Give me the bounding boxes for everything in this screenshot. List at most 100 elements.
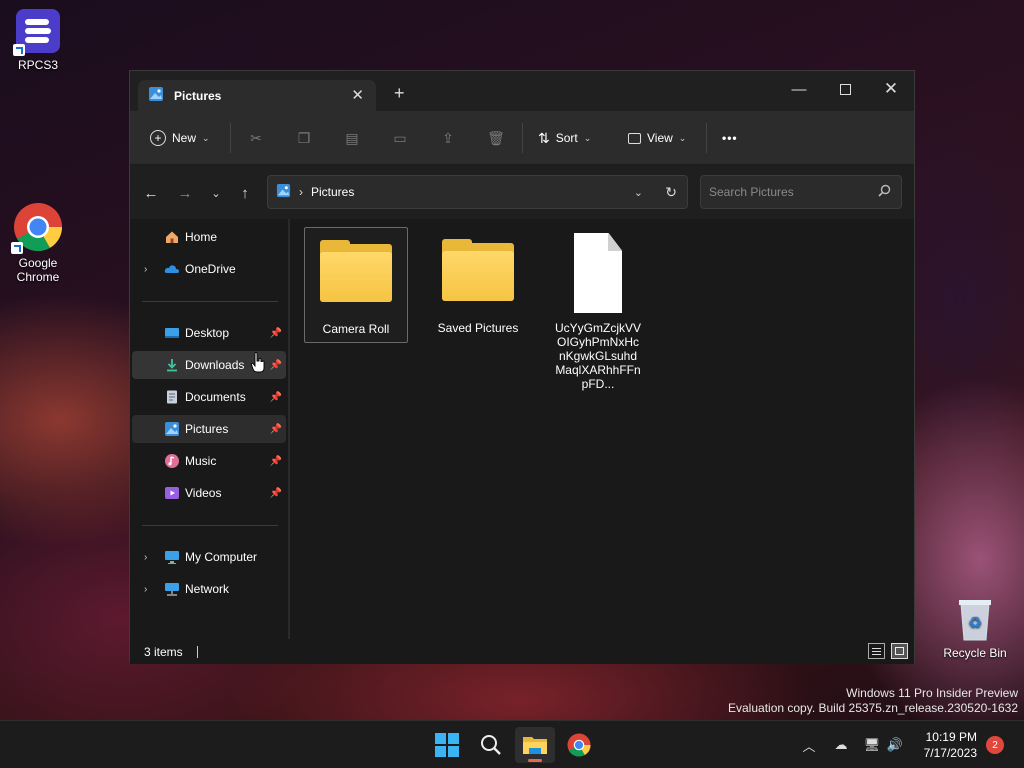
expand-chevron-icon[interactable]: › xyxy=(144,584,147,595)
forward-arrow-icon[interactable]: → xyxy=(175,183,195,203)
navigation-pane: Home › OneDrive Desktop 📌 Downloads 📌 Do… xyxy=(130,219,290,639)
active-app-indicator xyxy=(528,759,542,762)
sidebar-item-videos[interactable]: Videos 📌 xyxy=(132,479,286,507)
pin-icon: 📌 xyxy=(269,327,282,339)
sort-button[interactable]: ⇅ Sort ⌄ xyxy=(538,125,591,151)
more-options-button[interactable]: ••• xyxy=(722,125,738,151)
view-icon xyxy=(628,132,641,144)
copy-icon[interactable]: ❐ xyxy=(294,128,314,148)
minimize-button[interactable]: — xyxy=(776,75,822,103)
folder-icon xyxy=(314,232,398,316)
tab-pictures[interactable]: Pictures ✕ xyxy=(138,80,376,111)
sidebar-item-label: My Computer xyxy=(185,550,258,564)
sidebar-item-pictures[interactable]: Pictures 📌 xyxy=(132,415,286,443)
desktop-icon xyxy=(164,325,180,341)
sidebar-item-desktop[interactable]: Desktop 📌 xyxy=(132,319,286,347)
clock-time: 10:19 PM xyxy=(925,730,977,744)
plus-circle-icon: + xyxy=(150,130,166,146)
desktop-icon-chrome[interactable]: Google Chrome xyxy=(0,202,76,284)
item-count: 3 items xyxy=(144,644,183,659)
large-icons-view-button[interactable] xyxy=(891,643,908,659)
share-icon[interactable]: ⇪ xyxy=(438,128,458,148)
close-tab-icon[interactable]: ✕ xyxy=(351,86,364,104)
breadcrumb-pictures[interactable]: Pictures xyxy=(311,185,354,199)
chrome-taskbar-button[interactable] xyxy=(559,727,599,763)
close-window-button[interactable]: ✕ xyxy=(868,75,914,103)
new-tab-button[interactable]: + xyxy=(394,83,405,104)
file-explorer-taskbar-button[interactable] xyxy=(515,727,555,763)
volume-icon[interactable]: 🔊 xyxy=(885,735,905,755)
refresh-icon[interactable]: ↻ xyxy=(665,184,677,201)
file-name: UcYyGmZcjkVVOIGyhPmNxHcnKgwkGLsuhdMaqlXA… xyxy=(554,321,641,391)
address-dropdown-icon[interactable]: ⌄ xyxy=(634,186,643,199)
search-icon[interactable] xyxy=(878,184,891,200)
clock[interactable]: 10:19 PM 7/17/2023 xyxy=(924,729,977,761)
status-bar: 3 items xyxy=(130,639,914,664)
clock-date: 7/17/2023 xyxy=(923,746,977,760)
taskbar: ︿ ☁ 🖥 🔊 10:19 PM 7/17/2023 2 xyxy=(0,720,1024,768)
desktop-icon-label: Google Chrome xyxy=(16,256,60,284)
expand-chevron-icon[interactable]: › xyxy=(144,264,147,275)
sidebar-scrollbar[interactable] xyxy=(288,219,290,639)
sidebar-item-my-computer[interactable]: › My Computer xyxy=(132,543,286,571)
recent-chevron-icon[interactable]: ⌄ xyxy=(206,183,226,203)
pin-icon: 📌 xyxy=(269,455,282,467)
desktop-icon-rpcs3[interactable]: RPCS3 xyxy=(0,8,76,72)
expand-chevron-icon[interactable]: › xyxy=(144,552,147,563)
rpcs3-icon xyxy=(13,8,61,56)
file-name: Camera Roll xyxy=(322,322,390,336)
rename-icon[interactable]: ▭ xyxy=(390,128,410,148)
paste-icon[interactable]: ▤ xyxy=(342,128,362,148)
file-list-view: Camera Roll Saved Pictures UcYyGmZcjkVVO… xyxy=(292,219,914,639)
svg-text:♻: ♻ xyxy=(968,615,982,632)
chevron-down-icon: ⌄ xyxy=(678,132,687,143)
network-status-icon[interactable]: 🖥 xyxy=(862,735,882,755)
folder-item-saved-pictures[interactable]: Saved Pictures xyxy=(426,227,530,341)
network-icon xyxy=(164,581,180,597)
start-button[interactable] xyxy=(427,727,467,763)
folder-item-camera-roll[interactable]: Camera Roll xyxy=(304,227,408,343)
chevron-down-icon: ⌄ xyxy=(202,132,210,143)
view-button[interactable]: View ⌄ xyxy=(628,125,686,151)
computer-icon xyxy=(164,549,180,565)
sidebar-item-network[interactable]: › Network xyxy=(132,575,286,603)
file-icon xyxy=(556,231,640,315)
tab-title: Pictures xyxy=(174,88,222,103)
new-button[interactable]: + New ⌄ xyxy=(150,125,210,151)
watermark-line-2: Evaluation copy. Build 25375.zn_release.… xyxy=(728,701,1018,715)
sidebar-item-onedrive[interactable]: › OneDrive xyxy=(132,255,286,283)
delete-icon[interactable]: 🗑 xyxy=(486,128,506,148)
sidebar-item-music[interactable]: Music 📌 xyxy=(132,447,286,475)
details-view-button[interactable] xyxy=(868,643,885,659)
address-bar[interactable]: › Pictures ⌄ ↻ xyxy=(267,175,688,209)
desktop-icon-recycle-bin[interactable]: ♻ Recycle Bin xyxy=(937,596,1013,660)
cut-icon[interactable]: ✂ xyxy=(246,128,266,148)
search-box[interactable] xyxy=(700,175,902,209)
up-arrow-icon[interactable]: ↑ xyxy=(235,183,255,203)
sidebar-item-label: Downloads xyxy=(185,358,245,372)
shortcut-arrow-icon xyxy=(13,44,25,56)
windows-logo-icon xyxy=(435,733,459,757)
more-icon: ••• xyxy=(722,131,738,145)
desktop-icon-label: RPCS3 xyxy=(17,58,58,72)
maximize-button[interactable] xyxy=(822,75,868,103)
sidebar-item-documents[interactable]: Documents 📌 xyxy=(132,383,286,411)
pin-icon: 📌 xyxy=(269,423,282,435)
show-hidden-icons-chevron-icon[interactable]: ︿ xyxy=(799,735,819,755)
pictures-icon xyxy=(276,183,291,201)
file-item-document[interactable]: UcYyGmZcjkVVOIGyhPmNxHcnKgwkGLsuhdMaqlXA… xyxy=(548,227,648,397)
pictures-icon xyxy=(164,421,180,437)
search-input[interactable] xyxy=(709,185,869,199)
notification-badge[interactable]: 2 xyxy=(986,736,1004,754)
sidebar-item-label: Videos xyxy=(185,486,222,500)
pin-icon: 📌 xyxy=(269,487,282,499)
desktop-icon-label: Recycle Bin xyxy=(943,646,1007,660)
search-button[interactable] xyxy=(471,727,511,763)
sidebar-item-home[interactable]: Home xyxy=(132,223,286,251)
cloud-offline-icon[interactable]: ☁ xyxy=(831,735,851,755)
toolbar-separator xyxy=(706,123,707,153)
back-arrow-icon[interactable]: ← xyxy=(141,183,161,203)
recycle-bin-icon: ♻ xyxy=(955,596,995,642)
sidebar-divider xyxy=(142,301,278,302)
file-name: Saved Pictures xyxy=(437,321,519,335)
